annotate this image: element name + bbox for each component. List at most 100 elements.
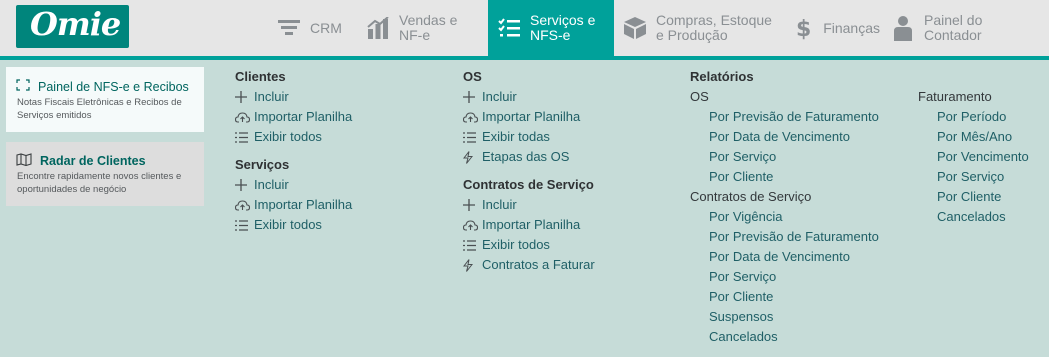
list-icon (463, 127, 482, 147)
relatorio-os-cliente-link[interactable]: Por Cliente (690, 167, 879, 187)
os-incluir-link[interactable]: Incluir (463, 87, 595, 107)
cloud-upload-icon (463, 107, 482, 127)
nav-contador[interactable]: Painel do Contador (890, 0, 1000, 56)
card-title: Radar de Clientes (16, 153, 146, 169)
link-label: Exibir todos (482, 237, 550, 252)
nav-financas[interactable]: $ Finanças (790, 0, 880, 56)
card-painel-nfse[interactable]: Painel de NFS-e e Recibos Notas Fiscais … (6, 67, 204, 132)
map-icon (16, 153, 40, 169)
funnel-icon (276, 15, 302, 41)
relatorios-faturamento-label: Faturamento (918, 89, 992, 104)
card-title-text: Radar de Clientes (40, 154, 146, 168)
nav-compras[interactable]: Compras, Estoque e Produção (622, 0, 782, 56)
link-label: Incluir (254, 89, 289, 104)
relatorio-os-vencimento-link[interactable]: Por Data de Vencimento (690, 127, 879, 147)
nav-label: Compras, Estoque e Produção (656, 12, 772, 43)
cloud-upload-icon (235, 195, 254, 215)
menu-column-faturamento: Faturamento Por Período Por Mês/Ano Por … (918, 87, 1029, 227)
nav-label: Painel do Contador (924, 12, 983, 43)
faturamento-vencimento-link[interactable]: Por Vencimento (918, 147, 1029, 167)
os-importar-link[interactable]: Importar Planilha (463, 107, 595, 127)
nav-servicos[interactable]: Serviços e NFS-e (488, 0, 614, 56)
list-icon (463, 235, 482, 255)
list-icon (235, 127, 254, 147)
menu-column-os: OS Incluir Importar Planilha Exibir toda… (463, 67, 595, 275)
box-icon (622, 15, 648, 41)
plus-icon (463, 195, 482, 215)
top-navigation-bar: Omie CRM Vendas e NF-e Serviços e NFS-e … (0, 0, 1049, 56)
faturamento-cancelados-link[interactable]: Cancelados (918, 207, 1029, 227)
faturamento-servico-link[interactable]: Por Serviço (918, 167, 1029, 187)
clientes-exibir-link[interactable]: Exibir todos (235, 127, 352, 147)
link-label: Incluir (482, 197, 517, 212)
lightning-icon (463, 147, 482, 167)
os-etapas-link[interactable]: Etapas das OS (463, 147, 595, 167)
relatorio-contratos-suspensos-link[interactable]: Suspensos (690, 307, 879, 327)
card-title: Painel de NFS-e e Recibos (16, 79, 189, 94)
nav-divider (0, 56, 1049, 60)
link-label: Exibir todas (482, 129, 550, 144)
plus-icon (235, 87, 254, 107)
card-description: Encontre rapidamente novos clientes e op… (17, 171, 182, 195)
menu-column-cadastros: Clientes Incluir Importar Planilha Exibi… (235, 67, 352, 235)
logo-text: Omie (30, 5, 121, 43)
clientes-incluir-link[interactable]: Incluir (235, 87, 352, 107)
nav-label: Serviços e NFS-e (530, 12, 596, 43)
faturamento-mes-ano-link[interactable]: Por Mês/Ano (918, 127, 1029, 147)
relatorio-contratos-servico-link[interactable]: Por Serviço (690, 267, 879, 287)
heading-os: OS (463, 69, 482, 84)
os-exibir-link[interactable]: Exibir todas (463, 127, 595, 147)
checklist-icon (496, 15, 522, 41)
nav-label: Finanças (823, 19, 880, 36)
faturamento-cliente-link[interactable]: Por Cliente (918, 187, 1029, 207)
nav-label: Vendas e NF-e (399, 12, 458, 43)
contratos-incluir-link[interactable]: Incluir (463, 195, 595, 215)
cloud-upload-icon (463, 215, 482, 235)
card-description: Notas Fiscais Eletrônicas e Recibos de S… (17, 97, 182, 121)
relatorios-os-label: OS (690, 89, 709, 104)
person-icon (890, 15, 916, 41)
relatorio-contratos-previsao-link[interactable]: Por Previsão de Faturamento (690, 227, 879, 247)
contratos-exibir-link[interactable]: Exibir todos (463, 235, 595, 255)
link-label: Importar Planilha (254, 109, 353, 124)
card-title-text: Painel de NFS-e e Recibos (38, 79, 189, 94)
cloud-upload-icon (235, 107, 254, 127)
link-label: Etapas das OS (482, 149, 570, 164)
relatorio-contratos-cancelados-link[interactable]: Cancelados (690, 327, 879, 347)
relatorio-contratos-cliente-link[interactable]: Por Cliente (690, 287, 879, 307)
clientes-importar-link[interactable]: Importar Planilha (235, 107, 352, 127)
faturamento-periodo-link[interactable]: Por Período (918, 107, 1029, 127)
relatorio-contratos-vigencia-link[interactable]: Por Vigência (690, 207, 879, 227)
relatorio-contratos-vencimento-link[interactable]: Por Data de Vencimento (690, 247, 879, 267)
link-label: Importar Planilha (482, 217, 581, 232)
list-icon (235, 215, 254, 235)
link-label: Importar Planilha (254, 197, 353, 212)
relatorio-os-previsao-link[interactable]: Por Previsão de Faturamento (690, 107, 879, 127)
link-label: Incluir (482, 89, 517, 104)
relatorio-os-servico-link[interactable]: Por Serviço (690, 147, 879, 167)
heading-servicos: Serviços (235, 157, 290, 172)
relatorios-contratos-label: Contratos de Serviço (690, 189, 812, 204)
expand-icon (16, 79, 38, 94)
servicos-importar-link[interactable]: Importar Planilha (235, 195, 352, 215)
servicos-exibir-link[interactable]: Exibir todos (235, 215, 352, 235)
heading-clientes: Clientes (235, 69, 286, 84)
link-label: Exibir todos (254, 129, 322, 144)
card-radar-clientes[interactable]: Radar de Clientes Encontre rapidamente n… (6, 142, 204, 206)
nav-label: CRM (310, 19, 342, 36)
link-label: Incluir (254, 177, 289, 192)
menu-column-relatorios: Relatórios OS Por Previsão de Faturament… (690, 67, 879, 347)
heading-contratos: Contratos de Serviço (463, 177, 594, 192)
contratos-faturar-link[interactable]: Contratos a Faturar (463, 255, 595, 275)
lightning-icon (463, 255, 482, 275)
contratos-importar-link[interactable]: Importar Planilha (463, 215, 595, 235)
nav-vendas[interactable]: Vendas e NF-e (365, 0, 470, 56)
omie-logo[interactable]: Omie (16, 5, 129, 48)
link-label: Exibir todos (254, 217, 322, 232)
nav-crm[interactable]: CRM (276, 0, 348, 56)
plus-icon (235, 175, 254, 195)
servicos-incluir-link[interactable]: Incluir (235, 175, 352, 195)
bar-chart-icon (365, 15, 391, 41)
dollar-icon: $ (790, 15, 815, 41)
heading-relatorios: Relatórios (690, 69, 754, 84)
